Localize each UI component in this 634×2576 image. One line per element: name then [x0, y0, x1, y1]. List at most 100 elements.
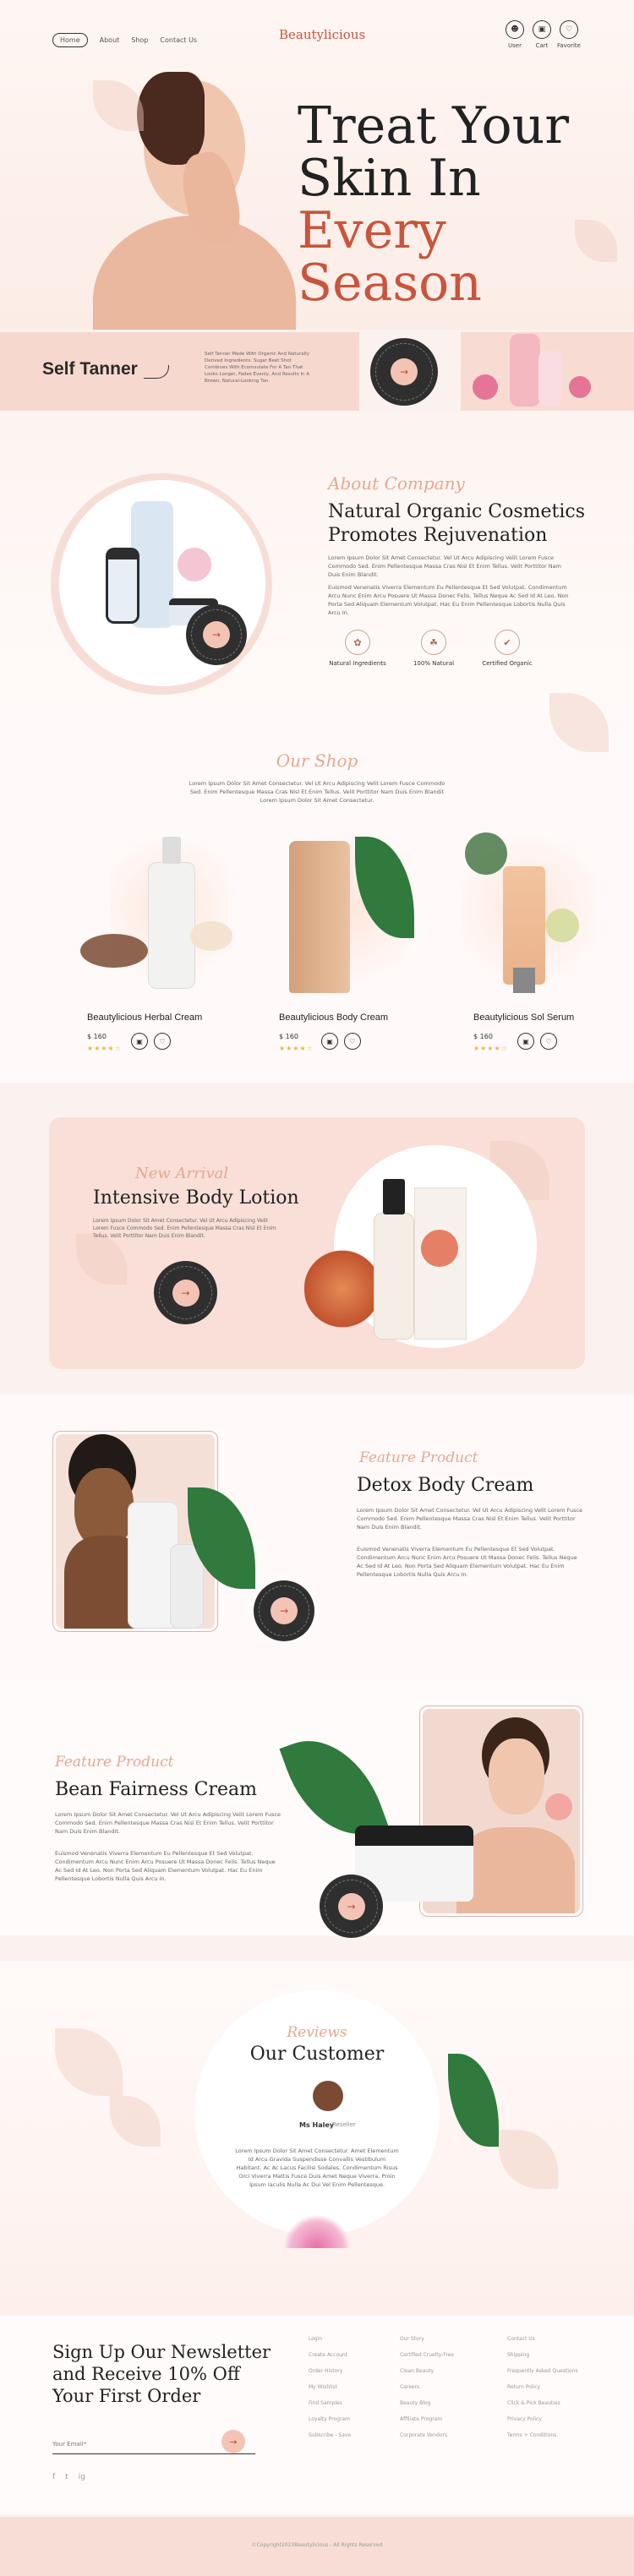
- wishlist-button[interactable]: ♡: [540, 1033, 557, 1050]
- hero-title-line2: Skin In Every: [298, 149, 481, 260]
- newsletter-title-line2: and Receive 10% Off: [52, 2364, 240, 2384]
- footer-link[interactable]: Contact Us: [507, 2331, 617, 2347]
- facebook-icon[interactable]: f: [52, 2473, 55, 2481]
- footer-link[interactable]: Frequently Asked Questions: [507, 2363, 617, 2379]
- heart-icon: ♡: [349, 1037, 356, 1045]
- footer-link[interactable]: Loyalty Program: [309, 2411, 393, 2427]
- product-card-herbal-cream[interactable]: [80, 832, 232, 1006]
- add-to-cart-button[interactable]: ▣: [131, 1033, 148, 1050]
- about-script-label: About Company: [328, 473, 465, 494]
- social-links: f t ig: [52, 2473, 85, 2481]
- bean-shop-badge[interactable]: →: [320, 1875, 383, 1938]
- lotus-decor: [283, 2214, 351, 2248]
- add-to-cart-button[interactable]: ▣: [321, 1033, 338, 1050]
- product-card-sol-serum[interactable]: [461, 832, 604, 1006]
- footer-link[interactable]: Order History: [309, 2363, 393, 2379]
- review-text: Lorem Ipsum Dolor Sit Amet Consectetur. …: [235, 2148, 399, 2188]
- arrow-right-icon: →: [229, 2436, 238, 2448]
- twitter-icon[interactable]: t: [65, 2473, 68, 2481]
- hero-title-accent: Every: [298, 201, 446, 260]
- detox-script-label: Feature Product: [359, 1449, 478, 1466]
- detox-paragraph-1: Lorem Ipsum Dolor Sit Amet Consectetur. …: [357, 1507, 583, 1531]
- about-paragraph-2: Euismod Venenatis Viverra Elementum Eu P…: [328, 584, 569, 616]
- detox-paragraph-2: Euismod Venenatis Viverra Elementum Eu P…: [357, 1546, 577, 1578]
- bean-title: Bean Fairness Cream: [55, 1779, 258, 1800]
- self-tanner-title: Self Tanner: [42, 359, 138, 379]
- brand-logo[interactable]: Beautylicious: [279, 27, 365, 42]
- detox-shop-badge[interactable]: →: [254, 1580, 314, 1641]
- footer-link[interactable]: Clean Beauty: [400, 2363, 493, 2379]
- user-icon: ☻: [506, 20, 524, 39]
- footer-link[interactable]: Find Samples: [309, 2395, 393, 2411]
- footer-links-company: Our Story Certified Cruelty-Free Clean B…: [400, 2331, 493, 2443]
- nav-about[interactable]: About: [100, 36, 120, 44]
- footer-link[interactable]: Affiliate Program: [400, 2411, 493, 2427]
- footer-link[interactable]: Our Story: [400, 2331, 493, 2347]
- newsletter-title: Sign Up Our Newsletter and Receive 10% O…: [52, 2341, 271, 2407]
- about-shop-badge[interactable]: →: [186, 604, 247, 665]
- footer-link[interactable]: Beauty Blog: [400, 2395, 493, 2411]
- cart-button[interactable]: ▣ Cart: [529, 20, 555, 49]
- footer-link[interactable]: Create Account: [309, 2347, 393, 2363]
- footer-link[interactable]: Subscribe - Save: [309, 2427, 393, 2443]
- new-arrival-title: Intensive Body Lotion: [93, 1187, 299, 1209]
- footer-link[interactable]: My Wishlist: [309, 2379, 393, 2395]
- cart-icon: ▣: [326, 1037, 333, 1045]
- product-price: $ 160: [87, 1033, 107, 1040]
- nav-contact[interactable]: Contact Us: [160, 36, 197, 44]
- favorite-button[interactable]: ♡ Favorite: [556, 20, 582, 49]
- user-label: User: [508, 42, 522, 49]
- footer-link[interactable]: Corporate Vendors: [400, 2427, 493, 2443]
- nav-shop[interactable]: Shop: [131, 36, 148, 44]
- reviewer-name: Ms Haley: [299, 2121, 334, 2129]
- feature-100-natural: ☘ 100% Natural: [404, 630, 463, 667]
- wishlist-button[interactable]: ♡: [154, 1033, 171, 1050]
- favorite-label: Favorite: [557, 42, 581, 49]
- cart-icon: ▣: [522, 1037, 529, 1045]
- product-price: $ 160: [279, 1033, 298, 1040]
- reviewer-avatar: [313, 2081, 343, 2111]
- wishlist-button[interactable]: ♡: [344, 1033, 361, 1050]
- product-card-body-cream[interactable]: [279, 832, 431, 1006]
- footer-link[interactable]: Login: [309, 2331, 393, 2347]
- self-tanner-shop-badge[interactable]: →: [370, 338, 438, 406]
- product-name[interactable]: Beautylicious Herbal Cream: [87, 1012, 202, 1023]
- product-name[interactable]: Beautylicious Body Cream: [279, 1012, 388, 1023]
- new-arrival-text: Lorem Ipsum Dolor Sit Amet Consectetur. …: [93, 1218, 276, 1239]
- organic-icon: ☘: [421, 630, 446, 655]
- feature-natural-ingredients: ✿ Natural Ingredients: [328, 630, 387, 667]
- feature-certified-organic: ✔ Certified Organic: [478, 630, 537, 667]
- user-button[interactable]: ☻ User: [502, 20, 527, 49]
- add-to-cart-button[interactable]: ▣: [517, 1033, 534, 1050]
- footer-links-account: Login Create Account Order History My Wi…: [309, 2331, 393, 2443]
- footer-link[interactable]: Return Policy: [507, 2379, 617, 2395]
- product-rating: ★★★★☆: [87, 1045, 122, 1052]
- about-title-line1: Natural Organic Cosmetics: [328, 501, 586, 522]
- reviews-title: Our Customer: [249, 2044, 385, 2065]
- footer-link[interactable]: Careers: [400, 2379, 493, 2395]
- hero-title: Treat Your Skin In Every Season: [298, 100, 634, 309]
- new-arrival-shop-badge[interactable]: →: [154, 1261, 217, 1324]
- nav-home[interactable]: Home: [52, 33, 88, 47]
- heart-icon: ♡: [560, 20, 578, 39]
- hero-title-line3: Season: [298, 254, 482, 313]
- self-tanner-product-image: [461, 332, 634, 411]
- footer-link[interactable]: Shipping: [507, 2347, 617, 2363]
- instagram-icon[interactable]: ig: [79, 2473, 85, 2481]
- self-tanner-text: Self Tanner Made With Organic And Natura…: [205, 352, 310, 384]
- about-title-line2: Promotes Rejuvenation: [328, 525, 548, 546]
- footer-link[interactable]: Privacy Policy: [507, 2411, 617, 2427]
- bean-paragraph-1: Lorem Ipsum Dolor Sit Amet Consectetur. …: [55, 1811, 281, 1835]
- footer-link[interactable]: Terms + Conditions: [507, 2427, 617, 2443]
- leaf-icon: ✿: [345, 630, 370, 655]
- bean-script-label: Feature Product: [55, 1754, 174, 1771]
- footer-link[interactable]: Certified Cruelty-Free: [400, 2347, 493, 2363]
- certified-icon: ✔: [495, 630, 520, 655]
- newsletter-submit-button[interactable]: →: [221, 2430, 245, 2453]
- about-title: Natural Organic Cosmetics Promotes Rejuv…: [328, 500, 585, 548]
- new-arrival-script-label: New Arrival: [135, 1165, 229, 1182]
- product-name[interactable]: Beautylicious Sol Serum: [473, 1012, 574, 1023]
- heart-icon: ♡: [159, 1037, 166, 1045]
- reviewer-role: Reseller: [332, 2121, 356, 2128]
- footer-link[interactable]: Click & Pick Beauties: [507, 2395, 617, 2411]
